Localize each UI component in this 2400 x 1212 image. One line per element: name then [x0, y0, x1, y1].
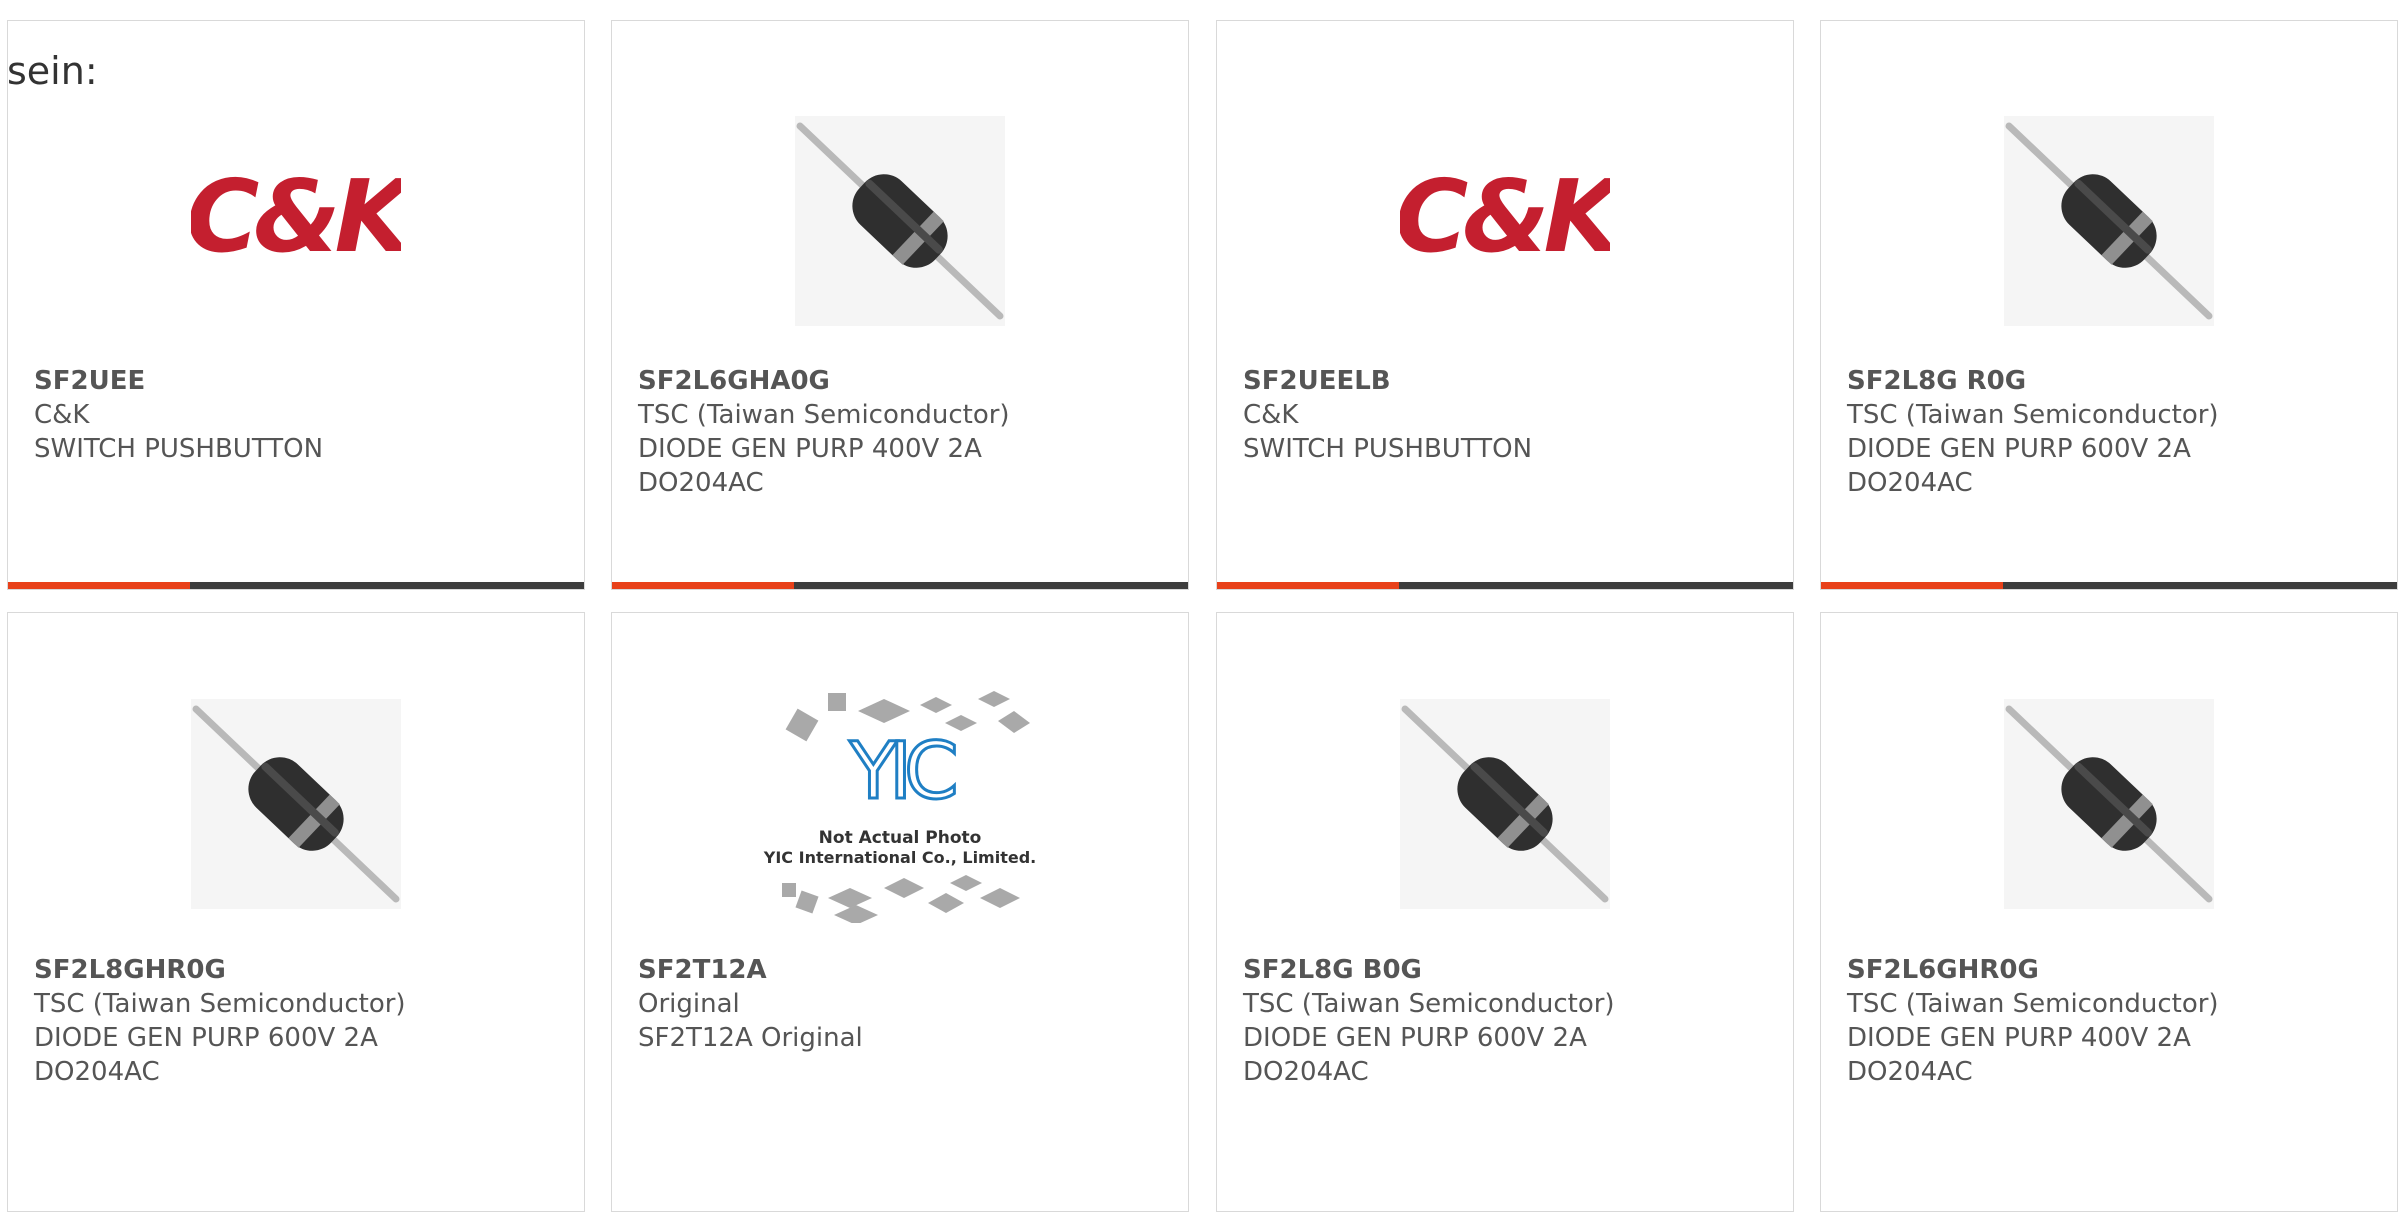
product-info: SF2T12A Original SF2T12A Original — [638, 953, 863, 1055]
yic-logo: YIC — [848, 727, 955, 817]
product-info: SF2L6GHR0G TSC (Taiwan Semiconductor) DI… — [1847, 953, 2219, 1089]
card-bottom-bar — [8, 582, 584, 589]
diode-icon — [2004, 699, 2214, 909]
product-image: C&K — [8, 91, 584, 311]
diode-icon — [795, 116, 1005, 326]
accent-bar — [1217, 582, 1399, 589]
product-card[interactable]: SF2L8G R0G TSC (Taiwan Semiconductor) DI… — [1820, 20, 2398, 590]
part-number: SF2L8G R0G — [1847, 366, 2027, 396]
part-number: SF2T12A — [638, 955, 767, 985]
diode-icon — [1400, 699, 1610, 909]
product-card[interactable]: YIC Not Actual Photo YIC International C… — [611, 612, 1189, 1212]
product-info: SF2L8G B0G TSC (Taiwan Semiconductor) DI… — [1243, 953, 1615, 1089]
svg-text:C&K: C&K — [1400, 161, 1610, 271]
description: DIODE GEN PURP 600V 2A — [1243, 1023, 1587, 1053]
svg-text:YIC International Co., Limited: YIC International Co., Limited. — [763, 848, 1036, 867]
product-card[interactable]: SF2L6GHR0G TSC (Taiwan Semiconductor) DI… — [1820, 612, 2398, 1212]
product-image: C&K — [1217, 91, 1793, 311]
product-info: SF2L8G R0G TSC (Taiwan Semiconductor) DI… — [1847, 364, 2219, 500]
manufacturer: C&K — [1243, 400, 1299, 430]
description: SF2T12A Original — [638, 1023, 863, 1053]
manufacturer: TSC (Taiwan Semiconductor) — [638, 400, 1010, 430]
part-number: SF2UEELB — [1243, 366, 1391, 396]
intro-text: sein: — [7, 49, 98, 93]
manufacturer: TSC (Taiwan Semiconductor) — [34, 989, 406, 1019]
product-card[interactable]: SF2L6GHA0G TSC (Taiwan Semiconductor) DI… — [611, 20, 1189, 590]
description: DIODE GEN PURP 400V 2A — [638, 434, 982, 464]
manufacturer: TSC (Taiwan Semiconductor) — [1847, 400, 2219, 430]
package: DO204AC — [1847, 468, 1973, 498]
ck-logo: C&K — [1400, 161, 1610, 271]
svg-text:C&K: C&K — [191, 161, 401, 271]
ck-logo: C&K — [191, 161, 401, 271]
description: DIODE GEN PURP 600V 2A — [34, 1023, 378, 1053]
product-image — [612, 91, 1188, 326]
manufacturer: C&K — [34, 400, 90, 430]
part-number: SF2L6GHR0G — [1847, 955, 2039, 985]
product-image: YIC Not Actual Photo YIC International C… — [612, 683, 1188, 923]
product-info: SF2L6GHA0G TSC (Taiwan Semiconductor) DI… — [638, 364, 1010, 500]
part-number: SF2L8G B0G — [1243, 955, 1422, 985]
product-image — [1217, 683, 1793, 909]
product-card[interactable]: SF2L8G B0G TSC (Taiwan Semiconductor) DI… — [1216, 612, 1794, 1212]
description: SWITCH PUSHBUTTON — [34, 434, 324, 464]
product-image — [1821, 683, 2397, 909]
product-info: SF2UEE C&K SWITCH PUSHBUTTON — [34, 364, 323, 466]
product-info: SF2UEELB C&K SWITCH PUSHBUTTON — [1243, 364, 1532, 466]
card-bottom-bar — [612, 582, 1188, 589]
product-image — [1821, 91, 2397, 326]
card-bottom-bar — [1217, 582, 1793, 589]
product-card[interactable]: SF2L8GHR0G TSC (Taiwan Semiconductor) DI… — [7, 612, 585, 1212]
product-info: SF2L8GHR0G TSC (Taiwan Semiconductor) DI… — [34, 953, 406, 1089]
not-actual-photo-image: YIC Not Actual Photo YIC International C… — [763, 691, 1036, 923]
product-card[interactable]: C&K SF2UEE C&K SWITCH PUSHBUTTON — [7, 20, 585, 590]
part-number: SF2L8GHR0G — [34, 955, 226, 985]
product-card[interactable]: C&K SF2UEELB C&K SWITCH PUSHBUTTON — [1216, 20, 1794, 590]
accent-bar — [1821, 582, 2003, 589]
package: DO204AC — [638, 468, 764, 498]
svg-text:Not Actual Photo: Not Actual Photo — [819, 828, 982, 848]
part-number: SF2UEE — [34, 366, 146, 396]
package: DO204AC — [34, 1057, 160, 1087]
package: DO204AC — [1847, 1057, 1973, 1087]
manufacturer: Original — [638, 989, 740, 1019]
accent-bar — [8, 582, 190, 589]
description: SWITCH PUSHBUTTON — [1243, 434, 1533, 464]
diode-icon — [2004, 116, 2214, 326]
description: DIODE GEN PURP 600V 2A — [1847, 434, 2191, 464]
manufacturer: TSC (Taiwan Semiconductor) — [1243, 989, 1615, 1019]
diode-icon — [191, 699, 401, 909]
description: DIODE GEN PURP 400V 2A — [1847, 1023, 2191, 1053]
package: DO204AC — [1243, 1057, 1369, 1087]
part-number: SF2L6GHA0G — [638, 366, 830, 396]
manufacturer: TSC (Taiwan Semiconductor) — [1847, 989, 2219, 1019]
card-bottom-bar — [1821, 582, 2397, 589]
accent-bar — [612, 582, 794, 589]
product-image — [8, 683, 584, 909]
